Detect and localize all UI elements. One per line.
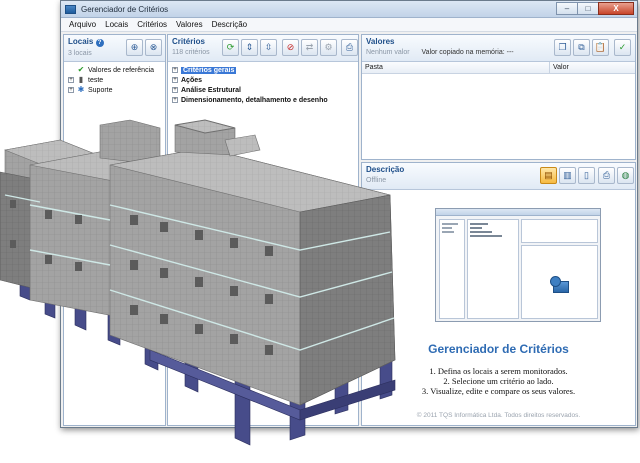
building-illustration [0,119,396,446]
